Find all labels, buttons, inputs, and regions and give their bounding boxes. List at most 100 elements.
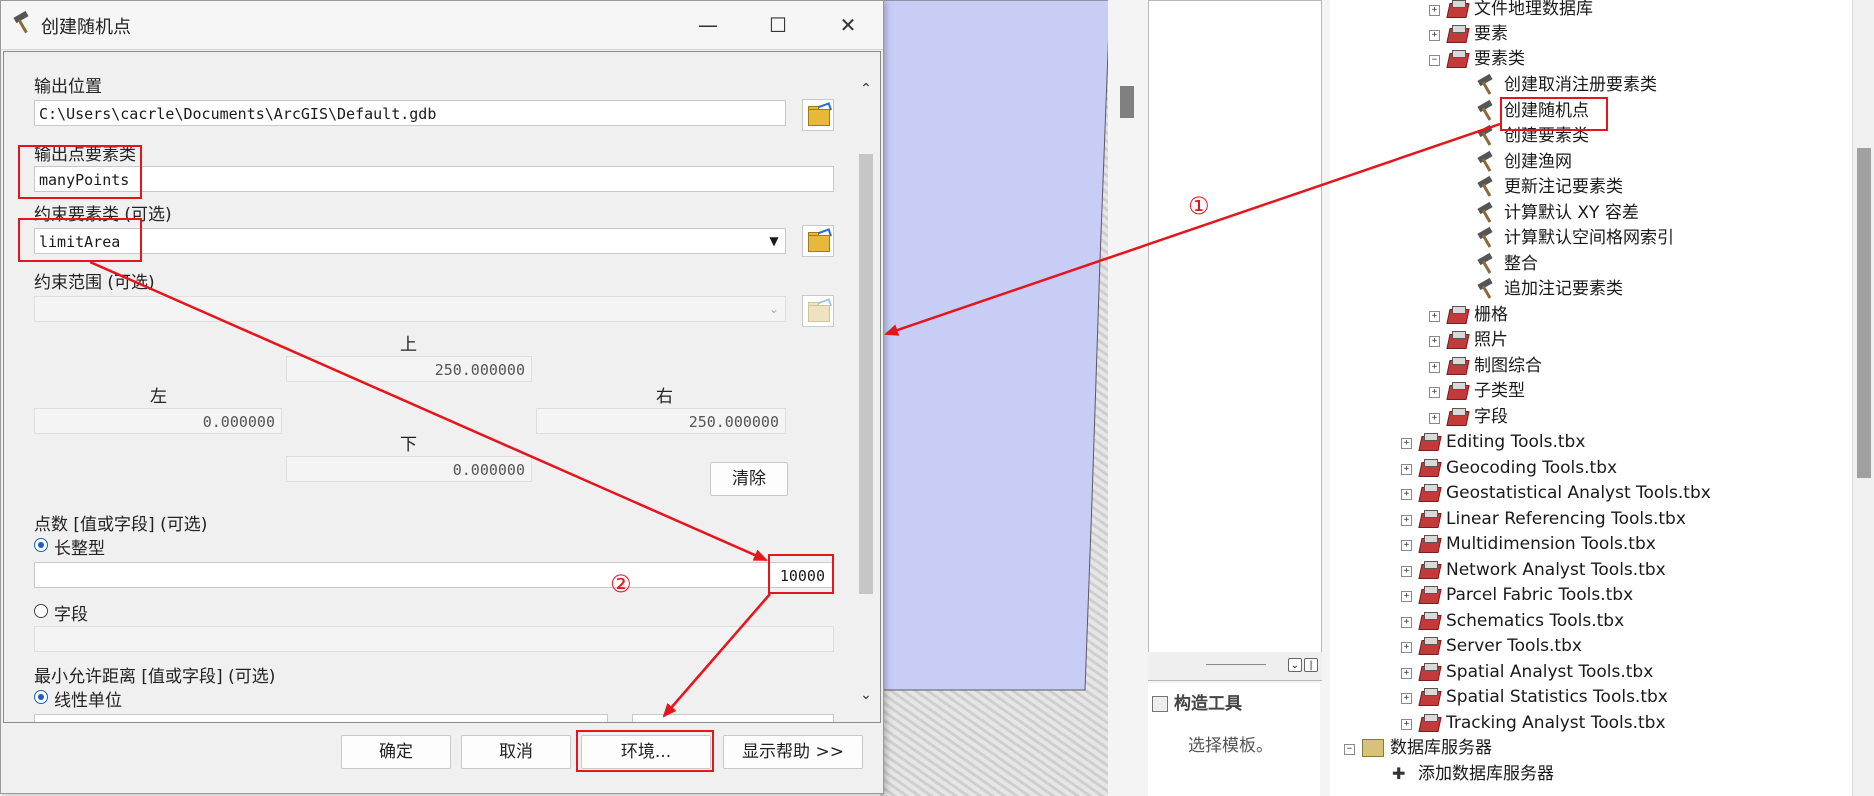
toolbox-schematics[interactable]: Schematics Tools.tbx [1418,609,1625,633]
constraint-extent-select[interactable] [34,296,786,322]
chevron-down-icon[interactable]: ▼ [764,229,784,253]
expand-toggle[interactable]: + [1429,311,1440,322]
tool-calc-xy-tolerance[interactable]: 计算默认 XY 容差 [1476,201,1639,225]
expand-toggle[interactable]: + [1401,489,1412,500]
expand-toggle[interactable]: + [1401,540,1412,551]
expand-toggle[interactable]: + [1401,693,1412,704]
panel-splitter[interactable]: ⌄ | [1148,652,1322,681]
cancel-button[interactable]: 取消 [461,735,571,769]
tool-create-unregistered-fc[interactable]: 创建取消注册要素类 [1476,73,1657,97]
long-radio-label: 长整型 [54,539,105,559]
browse-folder-button[interactable] [802,295,834,327]
middle-panel-scroll-thumb[interactable] [1120,86,1134,118]
tree-item-generalization[interactable]: 制图综合 [1446,354,1542,378]
min-distance-unit[interactable] [632,714,834,722]
expand-toggle[interactable]: + [1429,413,1440,424]
expand-toggle[interactable]: + [1429,30,1440,41]
close-button[interactable]: ✕ [825,9,871,41]
ok-button[interactable]: 确定 [341,735,451,769]
tree-item-feature-class[interactable]: 要素类 [1446,47,1525,71]
point-count-field[interactable]: 10000 [34,562,834,588]
field-radio[interactable] [34,604,48,618]
toolbox-icon [1418,612,1442,630]
expand-toggle[interactable]: + [1429,362,1440,373]
long-radio[interactable] [34,538,48,552]
step-two-marker: ② [610,570,632,598]
clear-button[interactable]: 清除 [710,462,788,496]
expand-toggle[interactable]: + [1401,566,1412,577]
toolbox-spatial-analyst[interactable]: Spatial Analyst Tools.tbx [1418,660,1653,684]
collapse-toggle[interactable]: − [1344,744,1355,755]
tree-item-add-db-server[interactable]: ✚ 添加数据库服务器 [1392,762,1554,786]
toolbox-multidimension[interactable]: Multidimension Tools.tbx [1418,532,1656,556]
expand-toggle[interactable]: + [1401,515,1412,526]
hammer-icon [1476,175,1498,197]
toolbox-geostatistical[interactable]: Geostatistical Analyst Tools.tbx [1418,481,1711,505]
expand-toggle[interactable]: + [1429,5,1440,16]
linear-unit-radio[interactable] [34,690,48,704]
toolbox-label: Schematics Tools.tbx [1446,611,1625,631]
toolbox-geocoding[interactable]: Geocoding Tools.tbx [1418,456,1617,480]
extent-top-field[interactable]: 250.000000 [286,356,532,382]
show-help-button[interactable]: 显示帮助 >> [723,735,863,769]
toolbox-parcel-fabric[interactable]: Parcel Fabric Tools.tbx [1418,583,1633,607]
min-distance-value[interactable] [34,714,608,722]
browse-folder-button[interactable] [802,99,834,131]
scroll-down-icon[interactable]: ⌄ [859,688,873,702]
tool-integrate[interactable]: 整合 [1476,252,1538,276]
expand-toggle[interactable]: + [1401,464,1412,475]
browse-folder-button[interactable] [802,225,834,257]
output-location-field[interactable]: C:\Users\cacrle\Documents\ArcGIS\Default… [34,100,786,126]
tool-append-annotation-fc[interactable]: 追加注记要素类 [1476,277,1623,301]
expand-toggle[interactable]: + [1401,617,1412,628]
tree-item-file-gdb[interactable]: 文件地理数据库 [1446,0,1593,21]
chevron-down-icon[interactable]: ⌄ [764,297,784,321]
tree-item-db-servers[interactable]: 数据库服务器 [1362,736,1492,760]
expand-toggle[interactable]: + [1429,336,1440,347]
maximize-button[interactable]: ☐ [755,9,801,41]
tool-create-fishnet[interactable]: 创建渔网 [1476,150,1572,174]
output-fc-field[interactable]: manyPoints [34,166,834,192]
collapse-icon[interactable]: ⌄ [1288,658,1302,672]
toolbox-linear-referencing[interactable]: Linear Referencing Tools.tbx [1418,507,1686,531]
tree-item-subtypes[interactable]: 子类型 [1446,379,1525,403]
tree-scrollbar[interactable] [1852,0,1874,796]
expand-toggle[interactable]: + [1401,642,1412,653]
expand-toggle[interactable]: + [1429,387,1440,398]
extent-left-field[interactable]: 0.000000 [34,408,282,434]
toolbox-label: Tracking Analyst Tools.tbx [1446,713,1666,733]
tree-item-fields[interactable]: 字段 [1446,405,1508,429]
toolbox-network-analyst[interactable]: Network Analyst Tools.tbx [1418,558,1666,582]
tree-item-features[interactable]: 要素 [1446,22,1508,46]
pin-icon[interactable]: | [1304,658,1318,672]
minimize-button[interactable]: — [685,9,731,41]
toolbox-server[interactable]: Server Tools.tbx [1418,634,1582,658]
tree-item-photos[interactable]: 照片 [1446,328,1508,352]
expand-toggle[interactable]: + [1401,719,1412,730]
tool-calc-spatial-grid-index[interactable]: 计算默认空间格网索引 [1476,226,1674,250]
toolbox-tracking-analyst[interactable]: Tracking Analyst Tools.tbx [1418,711,1666,735]
point-count-field-select[interactable] [34,626,834,652]
toolbox-icon [1418,714,1442,732]
expand-toggle[interactable]: + [1401,591,1412,602]
dialog-scrollbar[interactable]: ⌃ ⌄ [854,76,878,712]
toolset-icon [1446,408,1470,426]
constraint-fc-select[interactable]: limitArea [34,228,786,254]
scroll-up-icon[interactable]: ⌃ [859,82,873,96]
tree-item-raster[interactable]: 栅格 [1446,303,1508,327]
toolbox-editing[interactable]: Editing Tools.tbx [1418,430,1585,454]
tool-update-annotation-fc[interactable]: 更新注记要素类 [1476,175,1623,199]
collapse-toggle[interactable]: − [1429,55,1440,66]
tree-item-label: 照片 [1474,330,1508,350]
extent-bottom-field[interactable]: 0.000000 [286,456,532,482]
hammer-icon [1476,73,1498,95]
expand-toggle[interactable]: + [1401,438,1412,449]
dialog-titlebar[interactable]: 创建随机点 — ☐ ✕ [1,1,883,50]
dialog-scroll-thumb[interactable] [859,154,873,594]
tree-scroll-thumb[interactable] [1857,148,1871,478]
expand-toggle[interactable]: + [1401,668,1412,679]
toolbox-spatial-statistics[interactable]: Spatial Statistics Tools.tbx [1418,685,1668,709]
tool-label: 创建渔网 [1504,152,1572,172]
extent-right-field[interactable]: 250.000000 [536,408,786,434]
highlight-point-count [768,554,834,594]
